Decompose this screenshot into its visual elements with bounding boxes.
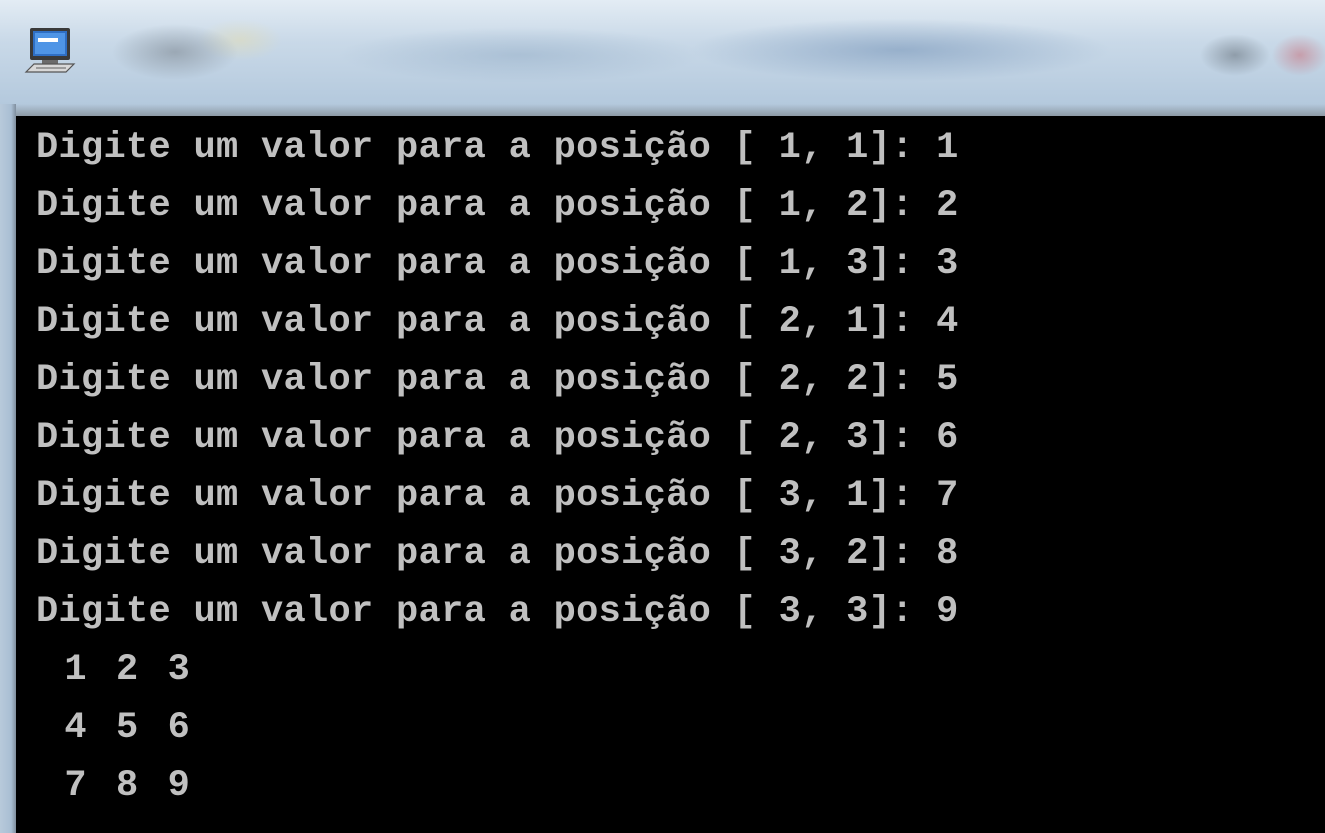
prompt-line: Digite um valor para a posição [ 3, 2]: …: [36, 533, 959, 575]
window-frame-top: [0, 104, 1325, 116]
console-window: Digite um valor para a posição [ 1, 1]: …: [0, 0, 1325, 833]
console-app-icon[interactable]: [22, 24, 78, 80]
matrix-row: 4 5 6: [30, 707, 189, 749]
title-bar[interactable]: [0, 0, 1325, 104]
prompt-line: Digite um valor para a posição [ 1, 2]: …: [36, 185, 959, 227]
console-output[interactable]: Digite um valor para a posição [ 1, 1]: …: [16, 116, 1325, 833]
matrix-row: 1 2 3: [30, 649, 189, 691]
prompt-line: Digite um valor para a posição [ 2, 2]: …: [36, 359, 959, 401]
prompt-line: Digite um valor para a posição [ 3, 1]: …: [36, 475, 959, 517]
prompt-line: Digite um valor para a posição [ 1, 3]: …: [36, 243, 959, 285]
prompt-line: Digite um valor para a posição [ 2, 3]: …: [36, 417, 959, 459]
prompt-line: Digite um valor para a posição [ 1, 1]: …: [36, 127, 959, 169]
prompt-line: Digite um valor para a posição [ 2, 1]: …: [36, 301, 959, 343]
matrix-row: 7 8 9: [30, 765, 189, 807]
prompt-line: Digite um valor para a posição [ 3, 3]: …: [36, 591, 959, 633]
window-frame-left: [0, 104, 16, 833]
